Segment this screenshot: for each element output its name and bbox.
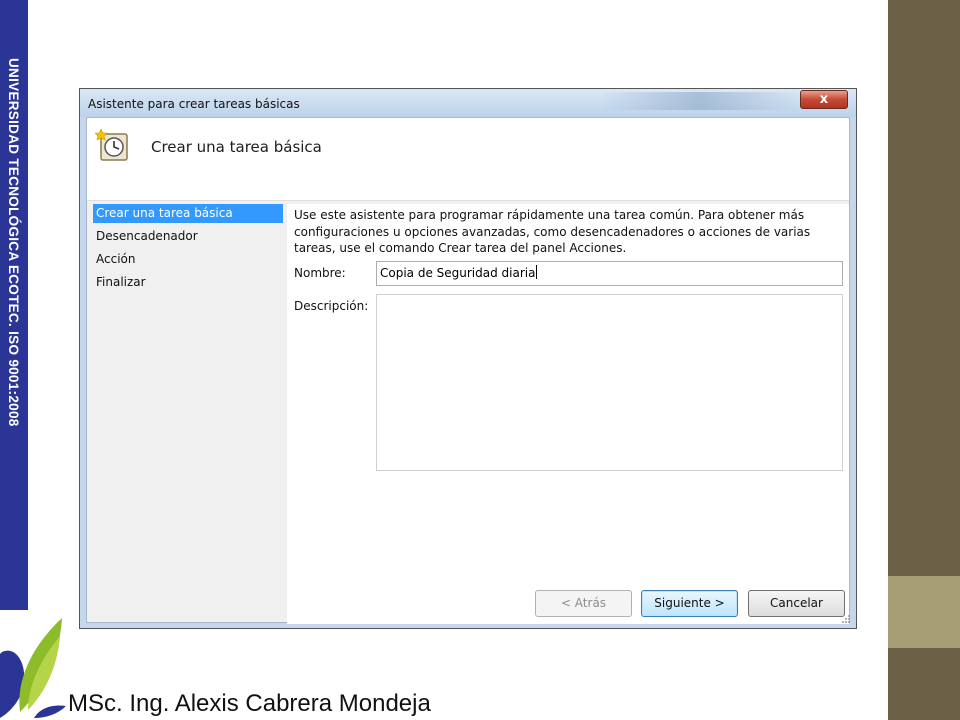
side-banner: UNIVERSIDAD TECNOLÓGICA ECOTEC. ISO 9001… [0,0,28,610]
right-bar-middle [888,576,960,648]
description-label: Descripción: [294,299,369,313]
wizard-header: Crear una tarea básica [87,118,849,201]
window-title: Asistente para crear tareas básicas [88,97,300,111]
nav-step-finish[interactable]: Finalizar [93,273,283,292]
name-field-value: Copia de Seguridad diaria [380,266,536,280]
resize-grip-icon[interactable] [841,614,851,624]
description-field[interactable] [376,294,843,471]
name-label: Nombre: [294,266,346,280]
close-icon: x [819,92,829,107]
scheduled-task-clock-icon [95,128,128,161]
university-logo [0,618,66,718]
wizard-header-title: Crear una tarea básica [151,138,322,156]
side-banner-text: UNIVERSIDAD TECNOLÓGICA ECOTEC. ISO 9001… [6,58,21,427]
intro-text: Use este asistente para programar rápida… [294,208,811,255]
title-bar[interactable]: Asistente para crear tareas básicas x [80,89,856,117]
nav-step-create-basic-task[interactable]: Crear una tarea básica [93,204,283,223]
close-button[interactable]: x [800,90,848,109]
author-name: MSc. Ing. Alexis Cabrera Mondeja [68,690,431,717]
name-field[interactable]: Copia de Seguridad diaria [376,261,843,286]
text-caret [536,265,538,279]
cancel-button[interactable]: Cancelar [748,590,845,617]
back-button[interactable]: < Atrás [535,590,632,617]
window-client-area: Crear una tarea básica Crear una tarea b… [86,117,850,624]
nav-step-trigger[interactable]: Desencadenador [93,227,283,246]
wizard-content: Use este asistente para programar rápida… [287,204,849,624]
nav-step-action[interactable]: Acción [93,250,283,269]
next-button[interactable]: Siguiente > [641,590,738,617]
background-window-title-ghost [600,92,800,110]
task-wizard-window: Asistente para crear tareas básicas x Cr… [79,88,857,629]
right-bar-top [888,0,960,576]
right-bar-bottom [888,648,960,720]
